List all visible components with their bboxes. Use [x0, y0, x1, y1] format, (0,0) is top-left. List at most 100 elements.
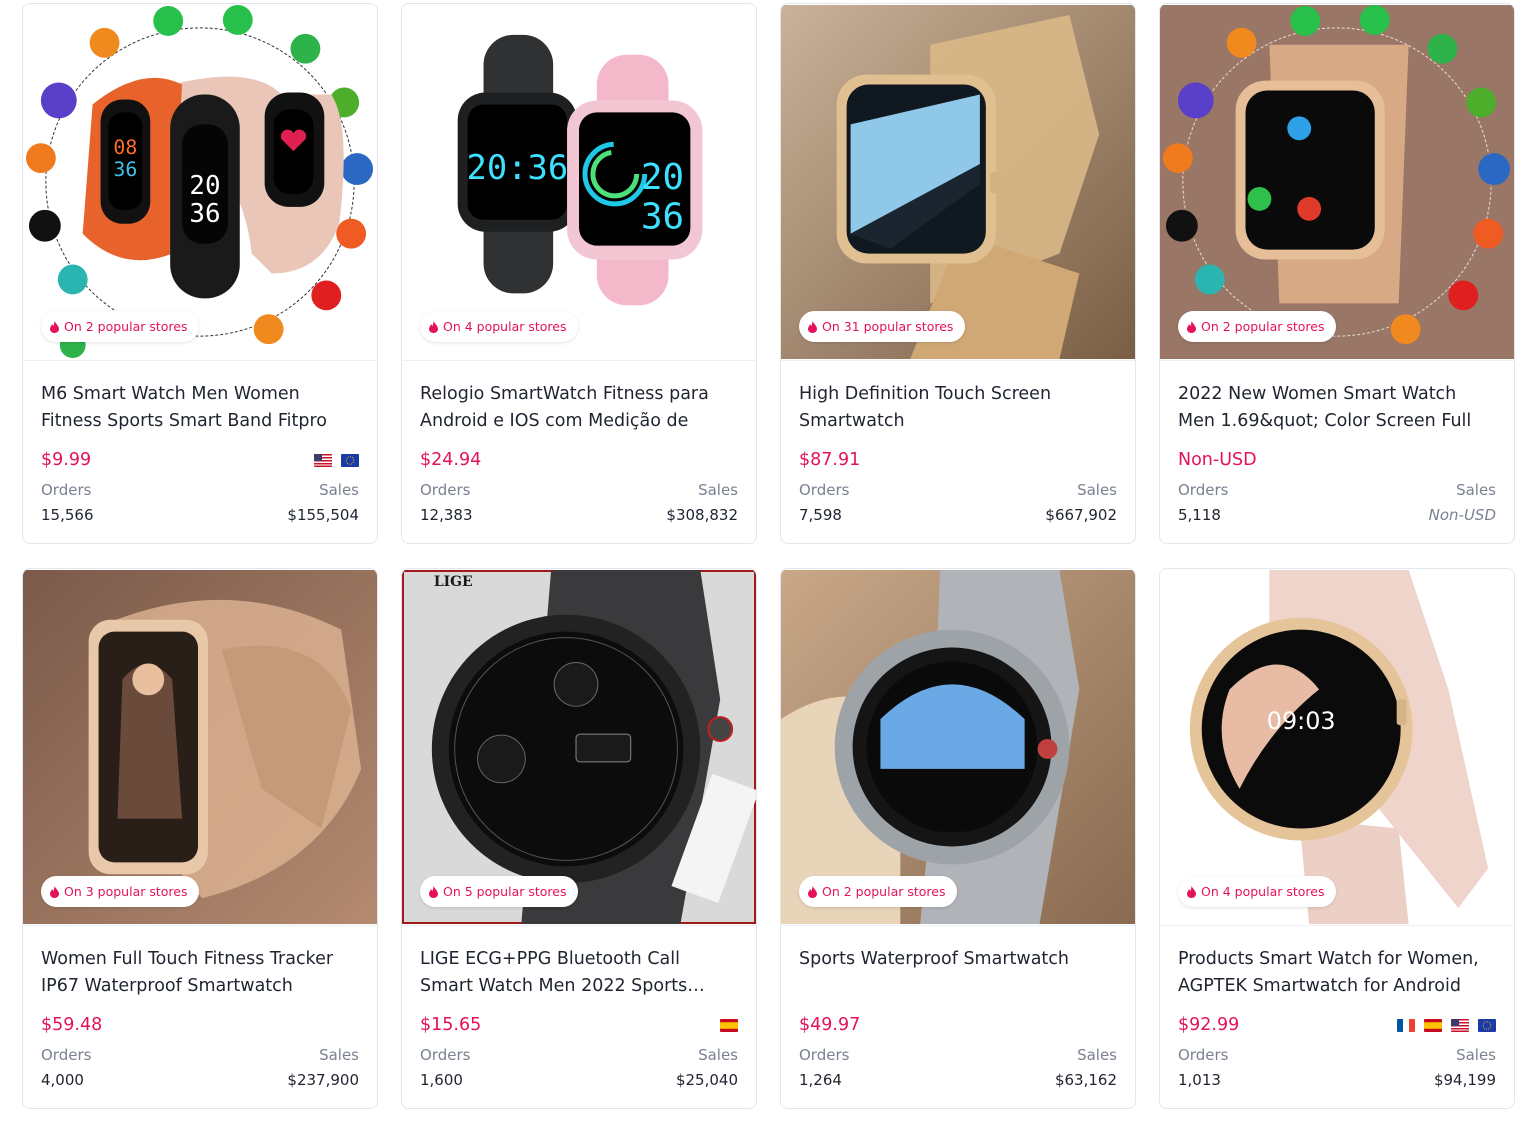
svg-text:36: 36 [189, 199, 220, 229]
sales-label: Sales [698, 481, 738, 499]
product-card[interactable]: LIGE On 5 popular stores LIGE ECG+PPG Bl… [401, 568, 757, 1109]
sales-value: $63,162 [1054, 1071, 1117, 1089]
sales-value: Non-USD [1428, 506, 1496, 524]
product-image[interactable]: 08 36 20 36 On 2 popular stores [23, 4, 377, 361]
product-price: $92.99 [1178, 1015, 1240, 1035]
orders-value: 1,600 [420, 1071, 463, 1089]
lige-round-watch-image: LIGE [402, 570, 756, 924]
popular-stores-badge: On 4 popular stores [420, 311, 579, 342]
gold-smartwatch-features-image [1160, 5, 1514, 359]
flame-icon [1187, 320, 1196, 333]
flame-icon [808, 885, 817, 898]
flame-icon [50, 885, 59, 898]
eu-flag-icon [1478, 1018, 1496, 1032]
svg-text:20:36: 20:36 [466, 148, 568, 187]
product-card[interactable]: On 31 popular stores High Definition Tou… [780, 3, 1136, 544]
svg-text:08: 08 [113, 136, 137, 159]
popular-stores-badge: On 3 popular stores [41, 876, 200, 907]
sales-value: $155,504 [287, 506, 359, 524]
orders-value: 1,264 [799, 1071, 842, 1089]
svg-text:36: 36 [641, 197, 684, 238]
product-price: Non-USD [1178, 450, 1257, 470]
badge-text: On 5 popular stores [443, 884, 567, 899]
product-price: $49.97 [799, 1015, 861, 1035]
flame-icon [429, 885, 438, 898]
sales-value: $25,040 [675, 1071, 738, 1089]
product-image[interactable]: On 31 popular stores [781, 4, 1135, 361]
popular-stores-badge: On 5 popular stores [420, 876, 579, 907]
orders-value: 1,013 [1178, 1071, 1221, 1089]
product-card[interactable]: 08 36 20 36 On 2 popular stores M6 Smart… [22, 3, 378, 544]
silver-round-smartwatch-image [781, 570, 1135, 924]
product-title[interactable]: M6 Smart Watch Men Women Fitness Sports … [41, 381, 359, 435]
svg-text:09:03: 09:03 [1267, 707, 1336, 735]
product-grid: 08 36 20 36 On 2 popular stores M6 Smart… [22, 3, 1515, 1109]
orders-value: 12,383 [420, 506, 473, 524]
product-image[interactable]: 09:03 On 4 popular stores [1160, 569, 1514, 926]
store-flags [720, 1018, 738, 1032]
fitness-bands-image: 08 36 20 36 [23, 5, 377, 359]
product-image[interactable]: On 3 popular stores [23, 569, 377, 926]
orders-label: Orders [420, 1046, 471, 1064]
product-card[interactable]: 09:03 On 4 popular stores Products Smart… [1159, 568, 1515, 1109]
flame-icon [808, 320, 817, 333]
sales-label: Sales [1077, 1046, 1117, 1064]
product-title[interactable]: Products Smart Watch for Women, AGPTEK S… [1178, 946, 1496, 1000]
pink-round-smartwatch-image: 09:03 [1160, 570, 1514, 924]
sales-label: Sales [1456, 481, 1496, 499]
sales-label: Sales [1456, 1046, 1496, 1064]
popular-stores-badge: On 2 popular stores [41, 311, 200, 342]
product-image[interactable]: LIGE On 5 popular stores [402, 569, 756, 926]
orders-label: Orders [1178, 481, 1229, 499]
rose-gold-tracker-image [23, 570, 377, 924]
product-image[interactable]: On 2 popular stores [781, 569, 1135, 926]
es-flag-icon [1424, 1018, 1442, 1032]
product-title[interactable]: 2022 New Women Smart Watch Men 1.69&quot… [1178, 381, 1496, 435]
orders-label: Orders [799, 481, 850, 499]
product-title[interactable]: High Definition Touch Screen Smartwatch [799, 381, 1117, 435]
sales-label: Sales [698, 1046, 738, 1064]
badge-text: On 4 popular stores [443, 319, 567, 334]
badge-text: On 2 popular stores [64, 319, 188, 334]
us-flag-icon [314, 453, 332, 467]
orders-label: Orders [41, 481, 92, 499]
black-pink-smartwatch-image: 20:36 20 36 [402, 5, 756, 359]
popular-stores-badge: On 2 popular stores [1178, 311, 1337, 342]
sales-value: $667,902 [1045, 506, 1117, 524]
orders-label: Orders [799, 1046, 850, 1064]
badge-text: On 2 popular stores [822, 884, 946, 899]
badge-text: On 3 popular stores [64, 884, 188, 899]
product-card[interactable]: 20:36 20 36 On 4 popular stores Relogio … [401, 3, 757, 544]
orders-label: Orders [420, 481, 471, 499]
es-flag-icon [720, 1018, 738, 1032]
flame-icon [50, 320, 59, 333]
badge-text: On 4 popular stores [1201, 884, 1325, 899]
us-flag-icon [1451, 1018, 1469, 1032]
product-price: $24.94 [420, 450, 482, 470]
eu-flag-icon [341, 453, 359, 467]
product-image[interactable]: On 2 popular stores [1160, 4, 1514, 361]
sales-value: $94,199 [1433, 1071, 1496, 1089]
badge-text: On 31 popular stores [822, 319, 954, 334]
product-card[interactable]: On 2 popular stores 2022 New Women Smart… [1159, 3, 1515, 544]
product-card[interactable]: On 3 popular stores Women Full Touch Fit… [22, 568, 378, 1109]
badge-text: On 2 popular stores [1201, 319, 1325, 334]
orders-value: 4,000 [41, 1071, 84, 1089]
popular-stores-badge: On 4 popular stores [1178, 876, 1337, 907]
product-title[interactable]: Women Full Touch Fitness Tracker IP67 Wa… [41, 946, 359, 1000]
orders-value: 15,566 [41, 506, 94, 524]
product-title[interactable]: Relogio SmartWatch Fitness para Android … [420, 381, 738, 435]
flame-icon [429, 320, 438, 333]
fr-flag-icon [1397, 1018, 1415, 1032]
sales-label: Sales [1077, 481, 1117, 499]
popular-stores-badge: On 2 popular stores [799, 876, 958, 907]
product-image[interactable]: 20:36 20 36 On 4 popular stores [402, 4, 756, 361]
svg-text:LIGE: LIGE [434, 574, 473, 590]
product-title[interactable]: LIGE ECG+PPG Bluetooth Call Smart Watch … [420, 946, 738, 1000]
svg-text:36: 36 [113, 158, 137, 181]
store-flags [1397, 1018, 1496, 1032]
product-title[interactable]: Sports Waterproof Smartwatch [799, 946, 1117, 1000]
product-card[interactable]: On 2 popular stores Sports Waterproof Sm… [780, 568, 1136, 1109]
orders-value: 7,598 [799, 506, 842, 524]
product-price: $9.99 [41, 450, 92, 470]
